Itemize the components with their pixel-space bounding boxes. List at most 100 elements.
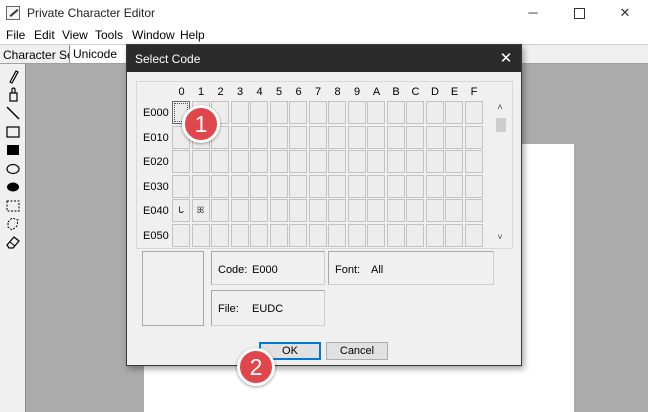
code-cell[interactable] [211, 224, 229, 247]
code-cell[interactable] [328, 174, 346, 198]
code-cell[interactable] [328, 150, 346, 174]
code-cell[interactable] [308, 101, 327, 124]
code-cell[interactable] [250, 150, 268, 174]
code-cell[interactable] [425, 199, 444, 223]
menu-edit[interactable]: Edit [34, 28, 55, 42]
code-cell[interactable] [386, 101, 405, 124]
code-cell[interactable] [328, 224, 346, 247]
code-cell[interactable] [367, 150, 385, 174]
code-cell[interactable] [250, 101, 268, 124]
code-cell[interactable] [230, 224, 249, 247]
code-cell[interactable] [406, 224, 424, 247]
code-cell[interactable] [367, 101, 385, 124]
cancel-button[interactable]: Cancel [326, 342, 388, 360]
code-cell[interactable] [464, 224, 483, 247]
code-cell[interactable] [386, 199, 405, 223]
code-cell[interactable] [347, 174, 366, 198]
line-icon[interactable] [4, 105, 22, 121]
hollow-ellipse-icon[interactable] [4, 161, 22, 177]
code-cell[interactable] [289, 199, 307, 223]
code-cell[interactable] [445, 101, 463, 124]
code-cell[interactable] [269, 174, 288, 198]
code-cell[interactable] [308, 199, 327, 223]
code-cell[interactable] [367, 199, 385, 223]
code-cell[interactable] [191, 150, 210, 174]
code-cell[interactable] [406, 174, 424, 198]
code-cell[interactable] [464, 199, 483, 223]
code-cell[interactable] [289, 101, 307, 124]
code-cell[interactable] [445, 125, 463, 149]
code-cell[interactable] [269, 101, 288, 124]
code-cell[interactable] [172, 150, 190, 174]
code-cell[interactable] [386, 174, 405, 198]
scrollbar-thumb[interactable] [496, 118, 506, 132]
code-cell[interactable] [191, 224, 210, 247]
brush-icon[interactable] [4, 86, 22, 102]
code-cell[interactable] [230, 174, 249, 198]
menu-window[interactable]: Window [132, 28, 175, 42]
code-cell[interactable] [386, 224, 405, 247]
rectangular-selection-icon[interactable] [4, 198, 22, 214]
code-cell[interactable] [269, 199, 288, 223]
code-cell[interactable] [347, 125, 366, 149]
code-cell[interactable] [289, 150, 307, 174]
code-cell[interactable] [328, 101, 346, 124]
code-cell[interactable] [211, 174, 229, 198]
code-cell[interactable] [269, 224, 288, 247]
code-cell[interactable] [425, 101, 444, 124]
code-cell[interactable] [464, 101, 483, 124]
code-cell[interactable] [308, 224, 327, 247]
code-cell[interactable] [347, 199, 366, 223]
code-cell[interactable] [328, 199, 346, 223]
code-cell[interactable] [250, 174, 268, 198]
code-cell[interactable] [425, 224, 444, 247]
code-cell[interactable] [289, 224, 307, 247]
code-cell[interactable] [367, 174, 385, 198]
code-cell[interactable] [308, 174, 327, 198]
code-cell[interactable]: ꕤ [191, 199, 210, 223]
code-cell[interactable]: ᒐ [172, 199, 190, 223]
pencil-icon[interactable] [4, 68, 22, 84]
code-cell[interactable] [464, 125, 483, 149]
menu-tools[interactable]: Tools [95, 28, 123, 42]
code-cell[interactable] [347, 101, 366, 124]
code-cell[interactable] [172, 224, 190, 247]
code-cell[interactable] [464, 174, 483, 198]
code-cell[interactable] [289, 174, 307, 198]
code-cell[interactable] [367, 224, 385, 247]
code-cell[interactable] [347, 224, 366, 247]
filled-ellipse-icon[interactable] [4, 179, 22, 195]
code-cell[interactable] [445, 174, 463, 198]
code-cell[interactable] [211, 199, 229, 223]
minimize-button[interactable]: ─ [510, 0, 556, 26]
code-cell[interactable] [250, 224, 268, 247]
code-cell[interactable] [386, 150, 405, 174]
filled-rectangle-icon[interactable] [4, 142, 22, 158]
code-cell[interactable] [289, 125, 307, 149]
menu-help[interactable]: Help [180, 28, 205, 42]
code-cell[interactable] [269, 150, 288, 174]
code-cell[interactable] [445, 199, 463, 223]
menu-view[interactable]: View [62, 28, 88, 42]
code-cell[interactable] [464, 150, 483, 174]
code-cell[interactable] [230, 125, 249, 149]
code-cell[interactable] [328, 125, 346, 149]
code-cell[interactable] [191, 174, 210, 198]
code-cell[interactable] [406, 125, 424, 149]
code-cell[interactable] [406, 150, 424, 174]
code-cell[interactable] [308, 125, 327, 149]
eraser-icon[interactable] [4, 234, 22, 250]
code-cell[interactable] [347, 150, 366, 174]
code-cell[interactable] [269, 125, 288, 149]
code-cell[interactable] [250, 199, 268, 223]
code-cell[interactable] [445, 224, 463, 247]
dialog-close-button[interactable]: ✕ [491, 45, 521, 72]
code-cell[interactable] [406, 199, 424, 223]
freeform-selection-icon[interactable] [4, 216, 22, 232]
code-cell[interactable] [230, 199, 249, 223]
code-cell[interactable] [425, 150, 444, 174]
scroll-up-arrow-icon[interactable]: ˄ [494, 102, 506, 114]
scroll-down-arrow-icon[interactable]: ˅ [494, 232, 506, 244]
code-cell[interactable] [425, 174, 444, 198]
close-button[interactable]: ✕ [602, 0, 648, 26]
